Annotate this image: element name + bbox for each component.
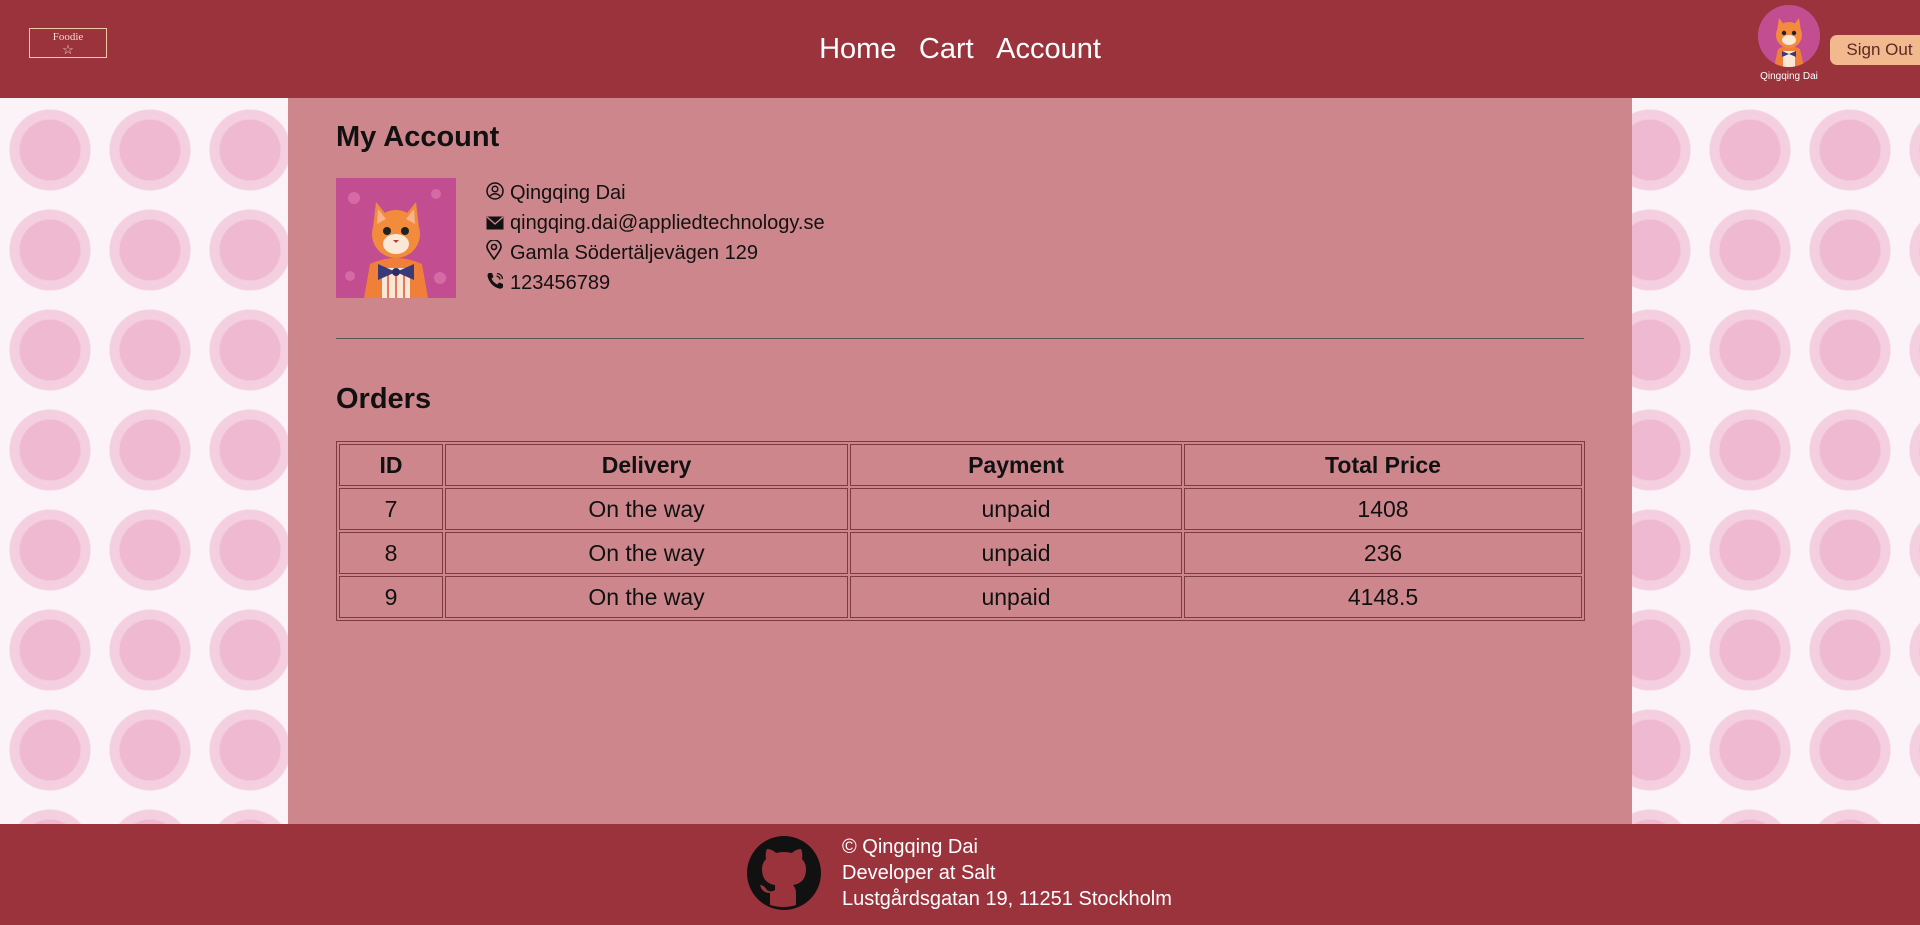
account-info: Qingqing Dai qingqing.dai@appliedtechnol…	[486, 178, 825, 298]
order-payment-cell: unpaid	[850, 532, 1182, 574]
account-email: qingqing.dai@appliedtechnology.se	[510, 212, 825, 234]
profile-picture	[336, 178, 456, 298]
avatar[interactable]	[1758, 5, 1820, 67]
info-address-row: Gamla Södertäljevägen 129	[486, 238, 825, 268]
order-delivery-cell: On the way	[445, 576, 848, 618]
user-name-label: Qingqing Dai	[1760, 71, 1818, 82]
page-title: My Account	[336, 121, 500, 153]
column-header-payment: Payment	[850, 444, 1182, 486]
order-payment-cell: unpaid	[850, 488, 1182, 530]
nav-account-link[interactable]: Account	[996, 0, 1101, 98]
orders-table: ID Delivery Payment Total Price 7 On the…	[336, 441, 1585, 621]
sign-out-button[interactable]: Sign Out	[1830, 35, 1920, 65]
location-pin-icon	[486, 238, 506, 269]
footer-text: © Qingqing Dai Developer at Salt Lustgår…	[842, 834, 1172, 912]
table-row[interactable]: 9 On the way unpaid 4148.5	[339, 576, 1582, 618]
github-icon[interactable]	[746, 835, 822, 911]
account-address: Gamla Södertäljevägen 129	[510, 242, 758, 264]
phone-icon	[486, 269, 506, 299]
user-circle-icon	[486, 179, 506, 209]
main-nav: Home Cart Account	[0, 0, 1920, 98]
order-total-cell: 1408	[1184, 488, 1582, 530]
order-total-cell: 236	[1184, 532, 1582, 574]
account-phone: 123456789	[510, 272, 611, 294]
info-email-row: qingqing.dai@appliedtechnology.se	[486, 208, 825, 238]
column-header-delivery: Delivery	[445, 444, 848, 486]
column-header-id: ID	[339, 444, 443, 486]
table-row[interactable]: 8 On the way unpaid 236	[339, 532, 1582, 574]
order-delivery-cell: On the way	[445, 532, 848, 574]
footer-role: Developer at Salt	[842, 862, 996, 884]
cat-avatar-icon	[1758, 5, 1820, 67]
order-id-cell: 9	[339, 576, 443, 618]
order-delivery-cell: On the way	[445, 488, 848, 530]
footer-address: Lustgårdsgatan 19, 11251 Stockholm	[842, 888, 1172, 910]
envelope-icon	[486, 209, 506, 239]
nav-home-link[interactable]: Home	[819, 0, 896, 98]
divider	[336, 338, 1584, 339]
orders-title: Orders	[336, 383, 432, 415]
user-area: Qingqing Dai Sign Out	[1740, 0, 1920, 98]
footer-copyright: © Qingqing Dai	[842, 836, 978, 858]
nav-cart-link[interactable]: Cart	[919, 0, 974, 98]
table-row[interactable]: 7 On the way unpaid 1408	[339, 488, 1582, 530]
order-id-cell: 7	[339, 488, 443, 530]
order-payment-cell: unpaid	[850, 576, 1182, 618]
column-header-total-price: Total Price	[1184, 444, 1582, 486]
footer: © Qingqing Dai Developer at Salt Lustgår…	[0, 824, 1920, 925]
header: Foodie ☆ Home Cart Account Qingqing Dai …	[0, 0, 1920, 98]
account-name: Qingqing Dai	[510, 182, 626, 204]
order-total-cell: 4148.5	[1184, 576, 1582, 618]
cat-portrait-icon	[336, 178, 456, 298]
account-main: My Account Qingqing Dai qingqing.dai@app…	[288, 98, 1632, 824]
table-header-row: ID Delivery Payment Total Price	[339, 444, 1582, 486]
info-phone-row: 123456789	[486, 268, 825, 298]
order-id-cell: 8	[339, 532, 443, 574]
info-name-row: Qingqing Dai	[486, 178, 825, 208]
